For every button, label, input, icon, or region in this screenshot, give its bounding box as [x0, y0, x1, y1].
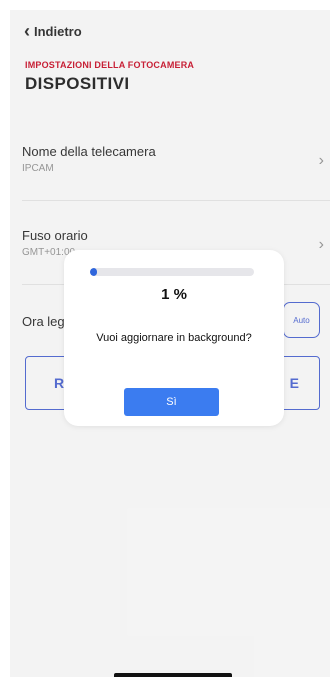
app-screen: ‹ Indietro IMPOSTAZIONI DELLA FOTOCAMERA… [10, 10, 330, 677]
dialog-message: Vuoi aggiornare in background? [96, 332, 252, 344]
progress-percent: 1 % [161, 286, 187, 303]
confirm-button[interactable]: Sì [124, 388, 219, 416]
progress-bar [90, 268, 254, 276]
home-indicator [114, 673, 232, 677]
progress-bar-fill [90, 268, 97, 276]
update-dialog: 1 % Vuoi aggiornare in background? Sì [64, 250, 284, 426]
